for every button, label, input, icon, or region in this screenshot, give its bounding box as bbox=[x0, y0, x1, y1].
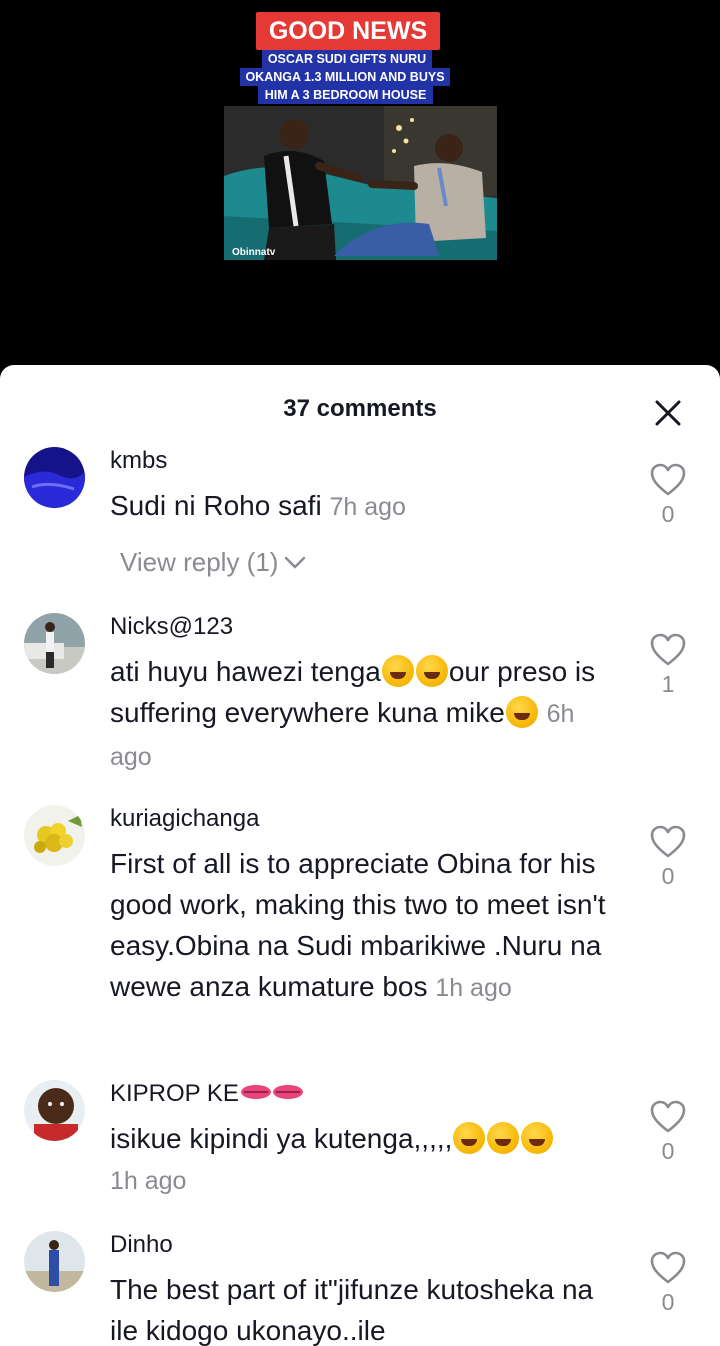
like-button[interactable]: 0 bbox=[648, 1100, 688, 1165]
username-text: KIPROP KE bbox=[110, 1080, 239, 1107]
like-count: 1 bbox=[661, 671, 675, 697]
like-button[interactable]: 0 bbox=[648, 463, 688, 528]
close-button[interactable] bbox=[650, 395, 686, 431]
rofl-emoji-icon bbox=[453, 1122, 486, 1154]
comment-body: First of all is to appreciate Obina for … bbox=[110, 848, 606, 1002]
like-count: 0 bbox=[661, 1138, 675, 1164]
avatar[interactable] bbox=[24, 1231, 85, 1292]
comment-text: The best part of it"jifunze kutosheka na… bbox=[110, 1269, 620, 1346]
watermark: Obinnatv bbox=[232, 247, 276, 258]
heart-icon bbox=[650, 1100, 686, 1133]
thumbnail-scene bbox=[224, 106, 497, 260]
rofl-emoji-icon bbox=[415, 655, 448, 687]
view-reply-label: View reply (1) bbox=[120, 547, 279, 577]
like-button[interactable]: 0 bbox=[648, 1251, 688, 1316]
heart-icon bbox=[650, 825, 686, 858]
comment-time: 7h ago bbox=[329, 493, 406, 521]
comment-username[interactable]: KIPROP KE bbox=[110, 1080, 303, 1108]
comment-time: 1h ago bbox=[435, 974, 512, 1002]
close-icon bbox=[655, 400, 681, 426]
comment-username[interactable]: Nicks@123 bbox=[110, 613, 233, 641]
comment-body: isikue kipindi ya kutenga,,,,, bbox=[110, 1123, 453, 1154]
comment-time: 1h ago bbox=[110, 1167, 187, 1195]
rofl-emoji-icon bbox=[487, 1122, 520, 1154]
rofl-emoji-icon bbox=[521, 1122, 554, 1154]
chevron-down-icon bbox=[285, 556, 306, 569]
comment-text: ati huyu hawezi tenga our preso is suffer… bbox=[110, 651, 620, 778]
headline-line-1: OSCAR SUDI GIFTS NURU bbox=[262, 50, 432, 68]
comment-text: isikue kipindi ya kutenga,,,,, 1h ago bbox=[110, 1118, 620, 1202]
avatar[interactable] bbox=[24, 447, 85, 508]
comments-count-title: 37 comments bbox=[283, 395, 437, 422]
like-button[interactable]: 0 bbox=[648, 825, 688, 890]
lips-emoji-icon bbox=[240, 1085, 271, 1099]
headline-line-3: HIM A 3 BEDROOM HOUSE bbox=[258, 86, 433, 104]
like-count: 0 bbox=[661, 1289, 675, 1315]
comment-username[interactable]: kmbs bbox=[110, 447, 167, 475]
comments-sheet: 37 comments kmbs Sudi ni Roho safi 7h ag… bbox=[0, 365, 720, 1346]
comment-body: The best part of it"jifunze kutosheka na… bbox=[110, 1274, 594, 1346]
comment-username[interactable]: kuriagichanga bbox=[110, 805, 259, 833]
like-count: 0 bbox=[661, 501, 675, 527]
video-thumbnail: Obinnatv bbox=[224, 106, 497, 260]
lips-emoji-icon bbox=[272, 1085, 303, 1099]
avatar[interactable] bbox=[24, 1080, 85, 1141]
video-player[interactable]: GOOD NEWS OSCAR SUDI GIFTS NURU OKANGA 1… bbox=[0, 0, 720, 380]
comment-body-part1: ati huyu hawezi tenga bbox=[110, 656, 381, 687]
rofl-emoji-icon bbox=[381, 655, 414, 687]
heart-icon bbox=[650, 463, 686, 496]
view-reply-button[interactable]: View reply (1) bbox=[120, 547, 306, 578]
rofl-emoji-icon bbox=[505, 696, 538, 728]
comment-text: First of all is to appreciate Obina for … bbox=[110, 843, 620, 1009]
comment-username[interactable]: Dinho bbox=[110, 1231, 173, 1259]
avatar[interactable] bbox=[24, 805, 85, 866]
headline-line-2: OKANGA 1.3 MILLION AND BUYS bbox=[240, 68, 450, 86]
like-count: 0 bbox=[661, 863, 675, 889]
like-button[interactable]: 1 bbox=[648, 633, 688, 698]
heart-icon bbox=[650, 633, 686, 666]
avatar[interactable] bbox=[24, 613, 85, 674]
comment-text: Sudi ni Roho safi 7h ago bbox=[110, 485, 620, 528]
heart-icon bbox=[650, 1251, 686, 1284]
comment-body: Sudi ni Roho safi bbox=[110, 490, 322, 521]
good-news-badge: GOOD NEWS bbox=[256, 12, 440, 50]
